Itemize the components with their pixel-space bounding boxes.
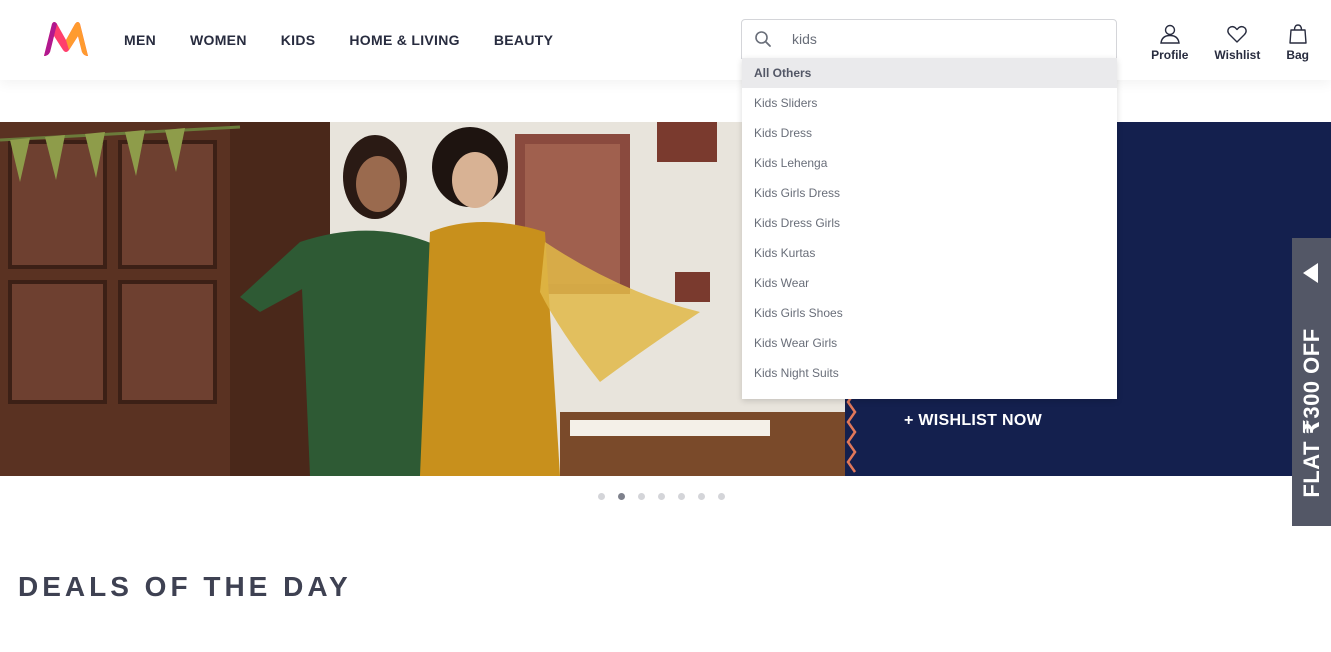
carousel-dot[interactable] [638, 493, 645, 500]
carousel-dot[interactable] [718, 493, 725, 500]
carousel-dot[interactable] [678, 493, 685, 500]
suggestion-item[interactable]: Kids Dress [742, 118, 1117, 148]
search-suggestions: All Others Kids Sliders Kids Dress Kids … [742, 58, 1117, 399]
bag-icon [1288, 24, 1307, 44]
search-input[interactable] [784, 21, 1116, 57]
bag-button[interactable]: Bag [1286, 24, 1309, 62]
suggestion-item[interactable]: Kids Dress Girls [742, 208, 1117, 238]
suggestion-item[interactable]: Kids Wear Girls [742, 328, 1117, 358]
profile-button[interactable]: Profile [1151, 24, 1188, 62]
main-nav: MEN WOMEN KIDS HOME & LIVING BEAUTY [107, 0, 570, 80]
suggestion-item[interactable]: Kids Girls Shoes [742, 298, 1117, 328]
profile-label: Profile [1151, 48, 1189, 62]
suggestion-item[interactable]: Kids Girls Dress [742, 178, 1117, 208]
profile-icon [1159, 24, 1180, 44]
wishlist-now-button[interactable]: + WISHLIST NOW [904, 412, 1042, 430]
nav-men[interactable]: MEN [107, 32, 173, 48]
carousel-dot[interactable] [598, 493, 605, 500]
suggestion-item[interactable]: Kids Sliders [742, 88, 1117, 118]
heart-icon [1227, 25, 1248, 43]
nav-beauty[interactable]: BEAUTY [477, 32, 570, 48]
myntra-logo[interactable] [40, 20, 92, 58]
suggestion-group-header: All Others [742, 58, 1117, 88]
nav-women[interactable]: WOMEN [173, 32, 264, 48]
hero-banner[interactable] [0, 122, 1331, 476]
nav-home-living[interactable]: HOME & LIVING [332, 32, 476, 48]
wishlist-label: Wishlist [1214, 48, 1261, 62]
search-icon[interactable] [742, 20, 784, 58]
carousel-dots [598, 493, 738, 500]
search-bar [741, 19, 1117, 59]
bag-label: Bag [1286, 48, 1309, 62]
header: MEN WOMEN KIDS HOME & LIVING BEAUTY Prof… [0, 0, 1331, 80]
section-title: DEALS OF THE DAY [18, 571, 352, 602]
carousel-dot[interactable] [658, 493, 665, 500]
header-actions: Profile Wishlist Bag [1125, 24, 1309, 62]
offer-side-tab[interactable]: FLAT ₹300 OFF [1292, 238, 1331, 526]
banner-photo [0, 122, 856, 476]
carousel-dot-active[interactable] [618, 493, 625, 500]
suggestion-item[interactable]: Kids Night Suits [742, 358, 1117, 388]
carousel-dot[interactable] [698, 493, 705, 500]
arrow-left-icon [1303, 263, 1318, 283]
suggestion-item[interactable]: Kids Kurtas [742, 238, 1117, 268]
offer-text: FLAT ₹300 OFF [1299, 328, 1324, 498]
suggestion-item[interactable]: Kids Lehenga [742, 148, 1117, 178]
wishlist-button[interactable]: Wishlist [1214, 24, 1260, 62]
suggestion-item[interactable]: Kids Wear [742, 268, 1117, 298]
nav-kids[interactable]: KIDS [264, 32, 333, 48]
